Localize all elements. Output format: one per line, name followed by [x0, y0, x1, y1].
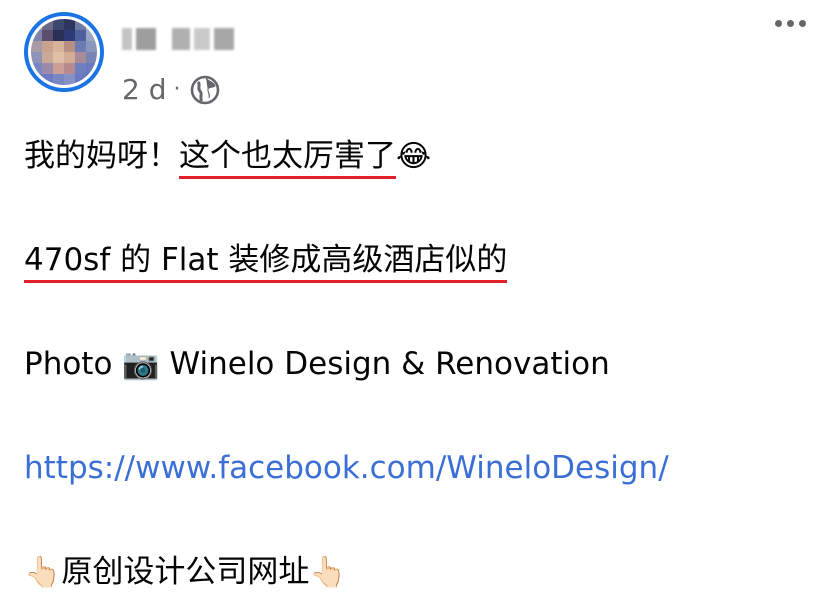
avatar[interactable] — [24, 12, 104, 92]
underlined-text: 这个也太厉害了 — [179, 138, 396, 179]
post-line-4: https://www.facebook.com/WineloDesign/ — [24, 448, 669, 488]
author-name-redacted[interactable] — [122, 28, 234, 50]
meta-separator: · — [173, 77, 181, 102]
post-text: Photo — [24, 346, 113, 382]
post-line-5: 👆🏻原创设计公司网址👆🏻 — [24, 552, 347, 593]
avatar-image — [31, 19, 97, 85]
post-text: 我的妈呀！ — [24, 138, 179, 174]
post-timestamp[interactable]: 2 d — [122, 74, 167, 106]
post-line-1: 我的妈呀！这个也太厉害了😂 — [24, 136, 432, 179]
post-meta: 2 d · — [122, 74, 221, 106]
underlined-text: 470sf 的 Flat 装修成高级酒店似的 — [24, 242, 508, 283]
more-dots-icon — [775, 20, 782, 27]
camera-emoji-icon: 📷 — [122, 347, 160, 382]
post-text: 原创设计公司网址 — [61, 554, 310, 590]
facebook-link[interactable]: https://www.facebook.com/WineloDesign/ — [24, 450, 669, 486]
post-line-3: Photo 📷 Winelo Design & Renovation — [24, 344, 610, 385]
more-options-button[interactable] — [775, 20, 806, 27]
pointing-up-emoji-icon: 👆🏻 — [309, 555, 347, 590]
globe-icon[interactable] — [189, 74, 221, 106]
pointing-up-emoji-icon: 👆🏻 — [24, 555, 62, 590]
post-line-2: 470sf 的 Flat 装修成高级酒店似的 — [24, 240, 508, 283]
laughing-emoji-icon: 😂 — [396, 139, 432, 174]
post-text: Winelo Design & Renovation — [169, 346, 610, 382]
